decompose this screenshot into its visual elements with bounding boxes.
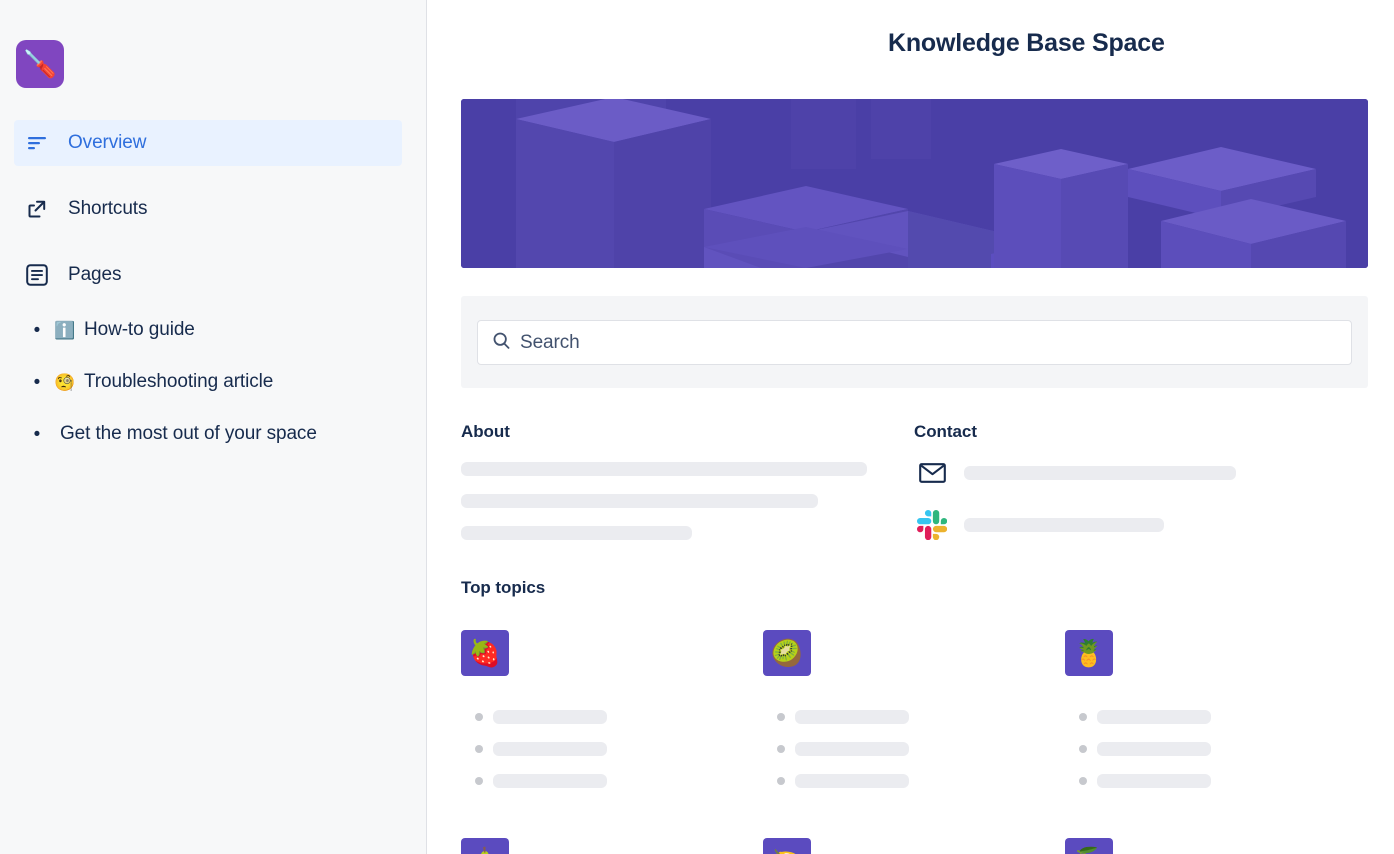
bullet-icon: • <box>24 321 50 340</box>
bullet-dot-icon <box>777 713 785 721</box>
topic-tile: 🍋 <box>763 838 811 854</box>
topic-skeleton-row <box>1065 765 1367 797</box>
contact-skeleton-line <box>964 518 1164 532</box>
page-item-label: How-to guide <box>84 319 195 341</box>
topic-tile: 🍍 <box>1065 630 1113 676</box>
topic-tile: 🍐 <box>461 838 509 854</box>
topic-skeleton-list <box>461 701 763 797</box>
topic-skeleton-bar <box>795 742 909 756</box>
topic-skeleton-bar <box>493 774 607 788</box>
external-link-icon <box>24 196 50 222</box>
topic-skeleton-row <box>763 733 1065 765</box>
bullet-dot-icon <box>475 713 483 721</box>
bullet-dot-icon <box>777 745 785 753</box>
topic-skeleton-bar <box>795 710 909 724</box>
page-title: Knowledge Base Space <box>888 29 1165 58</box>
topic-tile: 🍒 <box>1065 838 1113 854</box>
top-topics-heading: Top topics <box>461 578 545 598</box>
strawberry-icon: 🍓 <box>469 640 501 666</box>
topic-card-pear[interactable]: 🍐 <box>461 838 763 854</box>
topic-card-cherries[interactable]: 🍒 <box>1065 838 1367 854</box>
pineapple-icon: 🍍 <box>1073 640 1105 666</box>
slack-icon <box>914 510 950 540</box>
main-content: Knowledge Base Space <box>427 0 1394 854</box>
page-item-how-to-guide[interactable]: • ℹ️ How-to guide <box>24 304 426 356</box>
page-item-label: Troubleshooting article <box>84 371 273 393</box>
topic-skeleton-bar <box>493 742 607 756</box>
search-icon <box>492 331 511 355</box>
contact-row-email[interactable] <box>914 462 1236 484</box>
topic-skeleton-list <box>1065 701 1367 797</box>
topic-card-kiwi[interactable]: 🥝 <box>763 630 1065 797</box>
about-skeleton-line <box>461 526 692 540</box>
topic-skeleton-bar <box>1097 774 1211 788</box>
pear-icon: 🍐 <box>469 848 501 854</box>
bullet-dot-icon <box>475 777 483 785</box>
topic-skeleton-row <box>763 701 1065 733</box>
top-topics-row: 🍐 🍋 🍒 <box>461 838 1368 854</box>
search-input[interactable]: Search <box>477 320 1352 365</box>
isometric-cubes-graphic <box>461 99 1368 268</box>
sidebar: 🪛 Overview <box>0 0 427 854</box>
search-placeholder: Search <box>520 332 580 354</box>
topic-skeleton-row <box>461 765 763 797</box>
topic-card-pineapple[interactable]: 🍍 <box>1065 630 1367 797</box>
page-item-label: Get the most out of your space <box>60 423 317 445</box>
monocle-face-icon: 🧐 <box>50 374 80 391</box>
sidebar-item-pages-label: Pages <box>68 264 121 286</box>
topic-skeleton-row <box>461 733 763 765</box>
contact-skeleton-line <box>964 466 1236 480</box>
about-heading: About <box>461 422 510 442</box>
topic-skeleton-row <box>1065 733 1367 765</box>
bullet-dot-icon <box>777 777 785 785</box>
page-item-troubleshooting-article[interactable]: • 🧐 Troubleshooting article <box>24 356 426 408</box>
space-logo[interactable]: 🪛 <box>16 40 64 88</box>
topic-skeleton-row <box>763 765 1065 797</box>
bullet-dot-icon <box>1079 745 1087 753</box>
topic-tile: 🥝 <box>763 630 811 676</box>
top-topics-row: 🍓 🥝 🍍 <box>461 630 1368 797</box>
about-skeleton-line <box>461 494 818 508</box>
document-lines-icon <box>24 262 50 288</box>
sidebar-item-shortcuts[interactable]: Shortcuts <box>14 186 402 232</box>
contact-row-slack[interactable] <box>914 510 1164 540</box>
bullet-dot-icon <box>1079 777 1087 785</box>
bullet-dot-icon <box>475 745 483 753</box>
topic-tile: 🍓 <box>461 630 509 676</box>
topic-skeleton-bar <box>795 774 909 788</box>
drill-icon: 🪛 <box>23 51 57 78</box>
topic-skeleton-bar <box>1097 742 1211 756</box>
contact-heading: Contact <box>914 422 977 442</box>
lemon-icon: 🍋 <box>771 848 803 854</box>
cherries-icon: 🍒 <box>1073 848 1105 854</box>
top-topics-grid: 🍓 🥝 🍍 <box>461 630 1368 854</box>
topic-skeleton-row <box>461 701 763 733</box>
topic-card-strawberry[interactable]: 🍓 <box>461 630 763 797</box>
topic-skeleton-list <box>763 701 1065 797</box>
info-icon: ℹ️ <box>50 322 80 339</box>
kiwi-icon: 🥝 <box>771 640 803 666</box>
search-panel: Search <box>461 296 1368 388</box>
envelope-icon <box>914 462 950 484</box>
page-tree: • ℹ️ How-to guide • 🧐 Troubleshooting ar… <box>0 304 426 460</box>
sidebar-item-shortcuts-label: Shortcuts <box>68 198 147 220</box>
page-item-get-the-most-out-of-your-space[interactable]: • Get the most out of your space <box>24 408 426 460</box>
bullet-dot-icon <box>1079 713 1087 721</box>
bullet-icon: • <box>24 373 50 392</box>
topic-skeleton-row <box>1065 701 1367 733</box>
topic-skeleton-bar <box>493 710 607 724</box>
topic-skeleton-bar <box>1097 710 1211 724</box>
app-root: 🪛 Overview <box>0 0 1394 854</box>
sidebar-item-overview-label: Overview <box>68 132 146 154</box>
space-banner <box>461 99 1368 268</box>
overview-lines-icon <box>24 130 50 156</box>
about-skeleton-line <box>461 462 867 476</box>
sidebar-item-overview[interactable]: Overview <box>14 120 402 166</box>
bullet-icon: • <box>24 425 50 444</box>
sidebar-nav: Overview Shortcuts <box>0 120 426 460</box>
topic-card-lemon[interactable]: 🍋 <box>763 838 1065 854</box>
sidebar-item-pages[interactable]: Pages <box>14 252 402 298</box>
